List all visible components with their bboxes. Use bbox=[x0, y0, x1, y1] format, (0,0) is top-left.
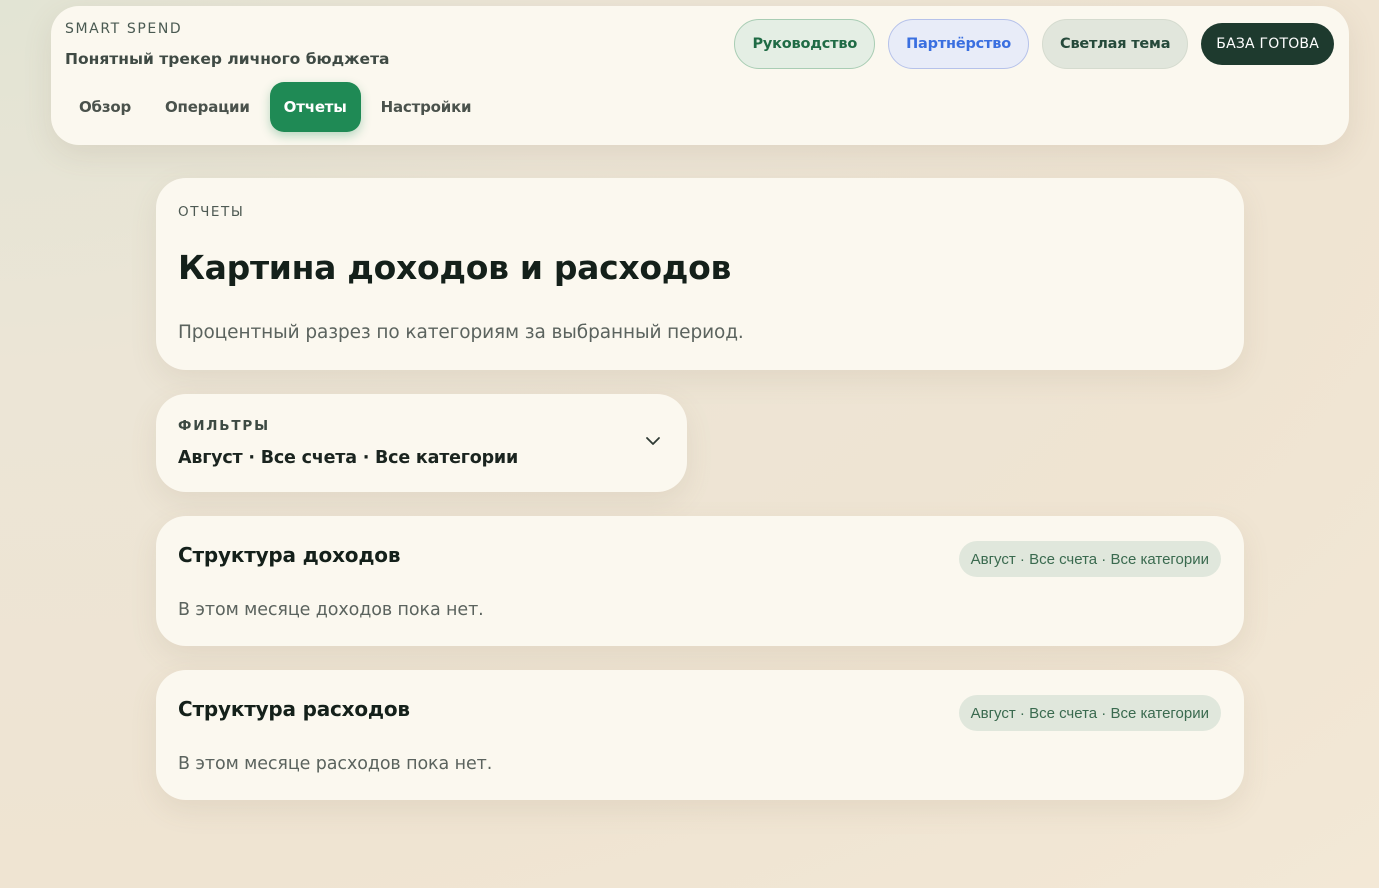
section-eyebrow: ОТЧЕТЫ bbox=[178, 204, 245, 220]
brand-name: SMART SPEND bbox=[65, 21, 183, 37]
tab-settings[interactable]: Настройки bbox=[367, 82, 486, 132]
filters-label: ФИЛЬТРЫ bbox=[178, 418, 270, 434]
page-subtitle: Процентный разрез по категориям за выбра… bbox=[178, 322, 744, 343]
expense-structure-card: Структура расходов Август · Все счета · … bbox=[156, 670, 1244, 800]
brand-tagline: Понятный трекер личного бюджета bbox=[65, 50, 390, 68]
app-header: SMART SPEND Понятный трекер личного бюдж… bbox=[51, 6, 1349, 145]
income-structure-card: Структура доходов Август · Все счета · В… bbox=[156, 516, 1244, 646]
reports-hero-card: ОТЧЕТЫ Картина доходов и расходов Процен… bbox=[156, 178, 1244, 370]
income-structure-title: Структура доходов bbox=[178, 543, 401, 567]
filters-summary: Август · Все счета · Все категории bbox=[178, 448, 519, 468]
income-empty-message: В этом месяце доходов пока нет. bbox=[178, 600, 484, 620]
income-period-badge: Август · Все счета · Все категории bbox=[958, 541, 1221, 577]
expense-period-badge: Август · Все счета · Все категории bbox=[958, 695, 1221, 731]
filters-dropdown[interactable]: ФИЛЬТРЫ Август · Все счета · Все категор… bbox=[156, 394, 687, 492]
database-status-badge: БАЗА ГОТОВА bbox=[1201, 23, 1334, 65]
theme-toggle-button[interactable]: Светлая тема bbox=[1042, 19, 1189, 69]
expense-empty-message: В этом месяце расходов пока нет. bbox=[178, 754, 493, 774]
tab-reports[interactable]: Отчеты bbox=[269, 82, 361, 132]
main-nav: Обзор Операции Отчеты Настройки bbox=[65, 82, 491, 132]
chevron-down-icon bbox=[646, 437, 660, 445]
tab-operations[interactable]: Операции bbox=[151, 82, 264, 132]
guide-button[interactable]: Руководство bbox=[734, 19, 876, 69]
header-actions: Руководство Партнёрство Светлая тема БАЗ… bbox=[721, 19, 1334, 69]
expense-structure-title: Структура расходов bbox=[178, 697, 410, 721]
tab-overview[interactable]: Обзор bbox=[65, 82, 145, 132]
partnership-button[interactable]: Партнёрство bbox=[888, 19, 1029, 69]
page-title: Картина доходов и расходов bbox=[178, 248, 732, 287]
